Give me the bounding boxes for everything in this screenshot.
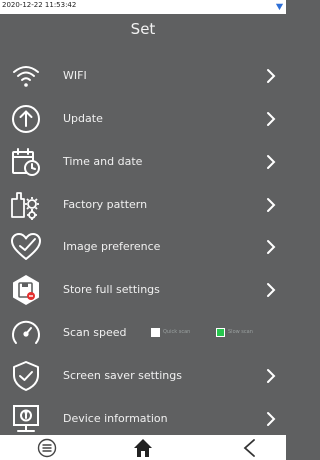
quick-scan-checkbox[interactable]	[151, 328, 160, 337]
notification-icon	[275, 3, 284, 11]
menu-item-wifi[interactable]: WIFI	[0, 55, 286, 97]
quick-scan-option[interactable]: Quick scan	[151, 328, 207, 338]
menu-item-label: Device information	[63, 412, 168, 425]
slow-scan-option[interactable]: Slow scan	[216, 328, 272, 338]
speedometer-icon	[12, 320, 40, 344]
chevron-right-icon	[267, 69, 276, 83]
chevron-right-icon	[267, 155, 276, 169]
chevron-right-icon	[267, 112, 276, 126]
heart-check-icon	[11, 233, 41, 260]
menu-item-label: Update	[63, 112, 103, 125]
menu-item-label: Scan speed	[63, 326, 127, 339]
status-bar: 2020-12-22 11:53:42	[0, 0, 286, 14]
settings-screen: 2020-12-22 11:53:42 Set WIFI Update Time…	[0, 0, 286, 460]
status-time: 2020-12-22 11:53:42	[2, 1, 77, 9]
slow-scan-label: Slow scan	[228, 329, 253, 335]
menu-item-image-preference[interactable]: Image preference	[0, 226, 286, 268]
chevron-right-icon	[267, 283, 276, 297]
wifi-icon	[13, 66, 39, 87]
menu-item-label: Screen saver settings	[63, 369, 182, 382]
menu-item-factory-pattern[interactable]: Factory pattern	[0, 184, 286, 226]
menu-item-label: Store full settings	[63, 283, 160, 296]
calendar-clock-icon	[12, 148, 40, 176]
menu-item-label: Time and date	[63, 155, 143, 168]
monitor-info-icon	[13, 405, 39, 432]
back-icon[interactable]	[240, 438, 260, 458]
slow-scan-checkbox[interactable]	[216, 328, 225, 337]
chevron-right-icon	[267, 369, 276, 383]
factory-gears-icon	[11, 192, 39, 220]
menu-item-label: WIFI	[63, 69, 87, 82]
menu-icon[interactable]	[37, 438, 57, 458]
menu-item-store-full-settings[interactable]: Store full settings	[0, 269, 286, 311]
update-icon	[12, 105, 40, 133]
menu-item-device-information[interactable]: Device information	[0, 398, 286, 440]
shield-check-icon	[13, 361, 39, 391]
chevron-right-icon	[267, 198, 276, 212]
menu-item-label: Image preference	[63, 240, 161, 253]
bottom-navigation	[0, 435, 286, 460]
menu-item-update[interactable]: Update	[0, 98, 286, 140]
save-disk-icon	[13, 275, 39, 305]
menu-item-scan-speed: Scan speed Quick scan Slow scan	[0, 312, 286, 354]
chevron-right-icon	[267, 240, 276, 254]
menu-item-label: Factory pattern	[63, 198, 148, 211]
quick-scan-label: Quick scan	[163, 329, 191, 335]
page-title: Set	[130, 20, 156, 38]
menu-item-screen-saver-settings[interactable]: Screen saver settings	[0, 355, 286, 397]
chevron-right-icon	[267, 412, 276, 426]
home-icon[interactable]	[133, 438, 153, 458]
menu-item-time-and-date[interactable]: Time and date	[0, 141, 286, 183]
